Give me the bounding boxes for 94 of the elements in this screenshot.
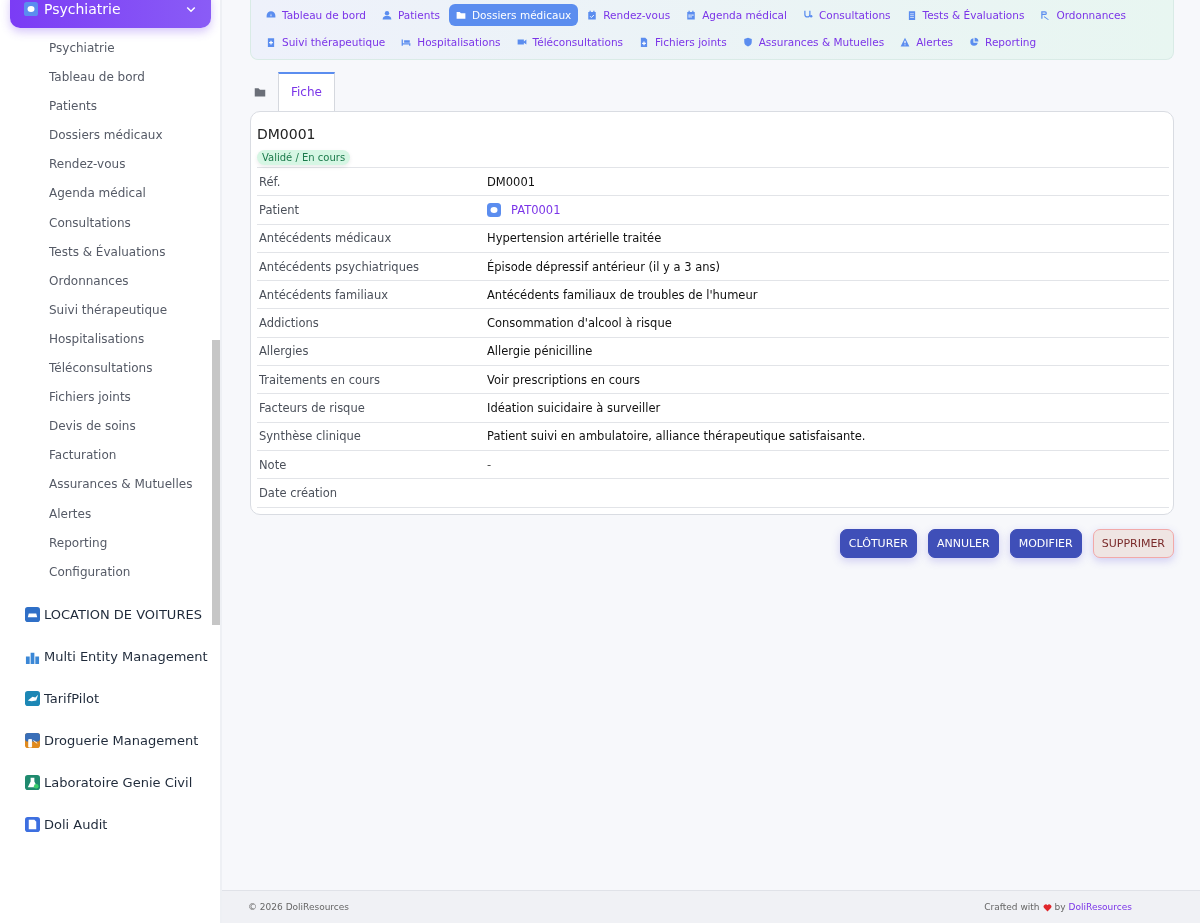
credit-text: Crafted with [984,902,1040,912]
field-label: Réf. [258,174,282,189]
pie-chart-icon [969,37,980,47]
sidebar-item[interactable]: Rendez-vous [49,150,126,180]
footer-link[interactable]: DoliResources [1068,902,1132,912]
patient-link[interactable]: PAT0001 [511,202,561,217]
sidebar-item[interactable]: Configuration [49,557,131,587]
sidebar-item[interactable]: Psychiatrie [49,34,115,64]
calendar-icon [686,10,697,20]
sidebar-item[interactable]: Reporting [49,528,108,558]
bed-icon [401,37,412,47]
sidebar-item[interactable]: Suivi thérapeutique [49,295,168,325]
document-icon [25,817,40,833]
field-label: Allergies [258,344,310,359]
prescription-icon [1040,10,1051,20]
credit-text: by [1054,902,1066,912]
nav-tab[interactable]: Hospitalisations [394,31,508,53]
copyright-text: © 2026 DoliResources [248,902,350,912]
field-label: Facteurs de risque [258,401,366,415]
module-item[interactable]: TarifPilot [25,677,100,720]
sidebar-item[interactable]: Consultations [49,208,131,238]
calendar-icon [587,10,598,20]
module-item[interactable]: LOCATION DE VOITURES [25,593,202,636]
nav-tab[interactable]: Tests & Évaluations [899,4,1032,26]
nav-tab[interactable]: Consultations [795,4,898,26]
action-button[interactable]: CLÔTURER [839,528,917,558]
sidebar-item[interactable]: Téléconsultations [49,354,153,384]
field-value: Hypertension artérielle traitée [487,231,662,246]
action-button[interactable]: MODIFIER [1009,528,1082,558]
record-title: DM0001 [257,126,317,142]
gauge-icon [266,10,276,20]
nav-tab[interactable]: Rendez-vous [580,4,678,26]
field-value: Consommation d'alcool à risque [487,316,672,331]
video-icon [516,37,527,47]
field-value: - [487,457,492,472]
warning-icon [900,37,911,47]
file-plus-icon [639,37,650,47]
status-badge: Validé / En cours [257,150,351,165]
nav-tab[interactable]: Assurances & Mutuelles [735,31,892,53]
field-value: DM0001 [487,174,536,189]
field-value: Antécédents familiaux de troubles de l'humeur [487,287,758,302]
nav-tab[interactable]: Patients [374,4,447,26]
clipboard-plus-icon [266,37,276,47]
user-icon [381,10,392,20]
nav-tab[interactable]: Fichiers joints [632,31,734,53]
sidebar-item[interactable]: Fichiers joints [49,383,131,413]
field-label: Traitements en cours [258,372,381,387]
sidebar-item[interactable]: Agenda médical [49,179,146,209]
shield-icon [742,37,753,47]
module-item[interactable]: Doli Audit [25,803,108,846]
field-label: Note [258,457,288,472]
field-value: Allergie pénicilline [487,344,593,359]
field-value: Voir prescriptions en cours [487,372,641,387]
sidebar-item[interactable]: Hospitalisations [49,324,145,355]
sidebar-item[interactable]: Assurances & Mutuelles [49,470,193,500]
field-label: Addictions [258,316,320,331]
nav-tab[interactable]: Suivi thérapeutique [259,31,393,53]
sidebar-item[interactable]: Patients [49,92,98,122]
module-menu[interactable]: Psychiatrie [10,0,211,28]
nav-tab[interactable]: Téléconsultations [509,31,631,53]
field-label: Synthèse clinique [258,429,362,444]
heart-icon [1042,902,1052,912]
field-value: Idéation suicidaire à surveiller [487,401,661,415]
nav-tab[interactable]: Agenda médical [679,4,794,26]
sidebar-item[interactable]: Devis de soins [49,412,136,442]
nav-tab[interactable]: Tableau de bord [259,4,373,26]
stethoscope-icon [802,10,813,20]
sidebar-item[interactable]: Facturation [49,441,117,471]
field-label: Date création [258,485,339,500]
field-label: Antécédents familiaux [258,287,389,302]
module-item[interactable]: Droguerie Management [25,719,199,762]
sidebar-item[interactable]: Dossiers médicaux [49,121,163,151]
nav-tab[interactable]: Ordonnances [1033,4,1133,26]
sidebar-item[interactable]: Tableau de bord [49,63,145,93]
module-item[interactable]: Multi Entity Management [25,635,208,678]
sidebar-item[interactable]: Ordonnances [49,266,129,296]
field-label: Patient [258,202,301,217]
clipboard-icon [906,10,917,20]
folder-icon [455,10,466,20]
flask-icon [25,775,40,791]
nav-tab[interactable]: Alertes [893,31,961,53]
field-value: Patient suivi en ambulatoire, alliance thérapeutique satisfaisante. [487,429,866,444]
folder-icon [254,86,266,98]
nav-tab[interactable]: Reporting [962,31,1044,53]
sidebar-item[interactable]: Alertes [49,499,92,529]
record-tab[interactable]: Fiche [278,72,335,111]
sidebar-item[interactable]: Tests & Évaluations [49,237,166,267]
action-button[interactable]: SUPPRIMER [1092,528,1174,558]
car-icon [25,607,40,623]
field-value: Épisode dépressif antérieur (il y a 3 ans) [487,259,720,274]
field-label: Antécédents médicaux [258,231,393,246]
module-item[interactable]: Laboratoire Genie Civil [25,761,193,804]
action-button[interactable]: ANNULER [927,528,999,558]
field-label: Antécédents psychiatriques [258,259,420,274]
